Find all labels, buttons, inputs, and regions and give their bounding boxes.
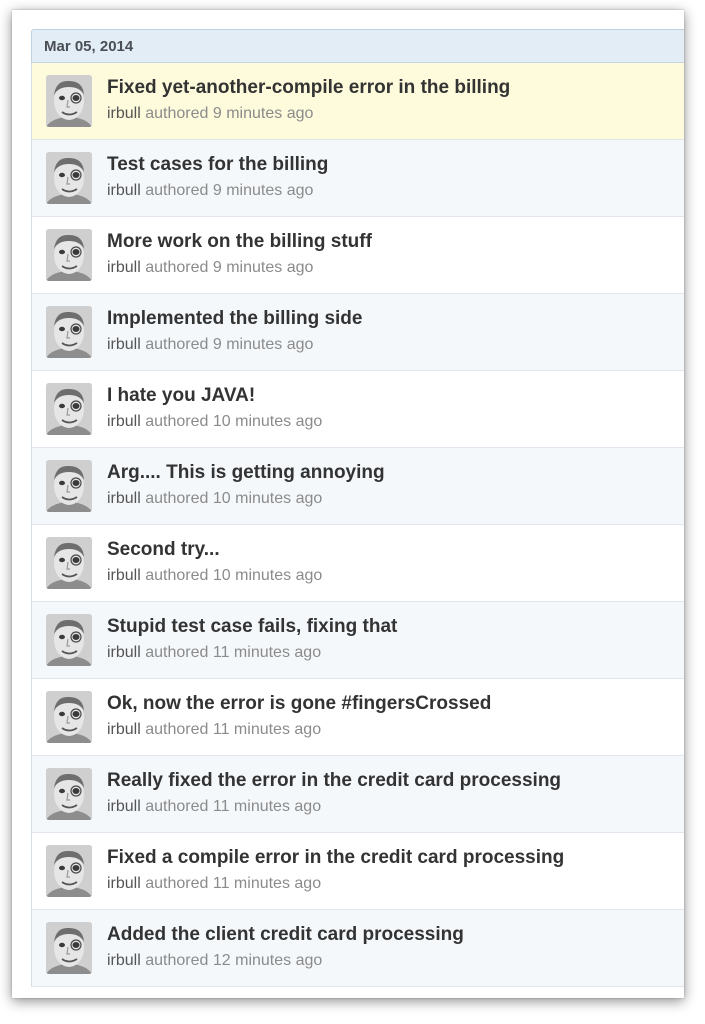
commit-time: 10 minutes ago xyxy=(212,490,323,507)
commit-author-link[interactable]: irbull xyxy=(107,721,141,738)
commit-meta: irbull authored 9 minutes ago xyxy=(107,336,313,354)
commit-author-link[interactable]: irbull xyxy=(107,105,141,122)
commit-row[interactable]: Implemented the billing side irbull auth… xyxy=(31,294,684,371)
commit-meta: irbull authored 11 minutes ago xyxy=(107,721,321,739)
commit-author-link[interactable]: irbull xyxy=(107,413,141,430)
commit-time: 11 minutes ago xyxy=(212,721,322,738)
commit-meta: irbull authored 11 minutes ago xyxy=(107,644,321,662)
author-avatar-icon[interactable] xyxy=(46,537,92,589)
author-avatar-icon[interactable] xyxy=(46,152,92,204)
commit-authored-label: authored xyxy=(145,413,209,430)
author-avatar-icon[interactable] xyxy=(46,383,92,435)
commit-authored-label: authored xyxy=(145,721,209,738)
author-avatar-icon[interactable] xyxy=(46,75,92,127)
commit-row[interactable]: More work on the billing stuff irbull au… xyxy=(31,217,684,294)
commit-author-link[interactable]: irbull xyxy=(107,182,141,199)
commit-authored-label: authored xyxy=(145,952,209,969)
commit-time: 11 minutes ago xyxy=(212,798,322,815)
commit-row[interactable]: Stupid test case fails, fixing that irbu… xyxy=(31,602,684,679)
commit-row[interactable]: Fixed yet-another-compile error in the b… xyxy=(31,63,684,140)
commit-message[interactable]: More work on the billing stuff xyxy=(107,231,680,253)
commit-authored-label: authored xyxy=(145,105,209,122)
commit-row[interactable]: Second try... irbull authored 10 minutes… xyxy=(31,525,684,602)
commit-authored-label: authored xyxy=(145,875,209,892)
commit-message[interactable]: Arg.... This is getting annoying xyxy=(107,462,680,484)
commit-meta: irbull authored 9 minutes ago xyxy=(107,259,313,277)
commit-author-link[interactable]: irbull xyxy=(107,798,141,815)
commit-meta: irbull authored 10 minutes ago xyxy=(107,490,322,508)
commit-authored-label: authored xyxy=(145,336,209,353)
commit-message[interactable]: Ok, now the error is gone #fingersCrosse… xyxy=(107,693,680,715)
commit-message[interactable]: Second try... xyxy=(107,539,680,561)
commit-row[interactable]: Fixed a compile error in the credit card… xyxy=(31,833,684,910)
commit-authored-label: authored xyxy=(145,798,209,815)
commit-authored-label: authored xyxy=(145,644,209,661)
commit-author-link[interactable]: irbull xyxy=(107,875,141,892)
commit-time: 9 minutes ago xyxy=(212,336,314,353)
commit-message[interactable]: Added the client credit card processing xyxy=(107,924,680,946)
screenshot-frame: Mar 05, 2014 Fixed yet-another-compile e… xyxy=(12,10,684,998)
commit-time: 11 minutes ago xyxy=(212,875,322,892)
author-avatar-icon[interactable] xyxy=(46,460,92,512)
commit-authored-label: authored xyxy=(145,182,209,199)
commit-authored-label: authored xyxy=(145,259,209,276)
commit-row[interactable]: Test cases for the billing irbull author… xyxy=(31,140,684,217)
author-avatar-icon[interactable] xyxy=(46,614,92,666)
commit-message[interactable]: I hate you JAVA! xyxy=(107,385,680,407)
commit-row[interactable]: Really fixed the error in the credit car… xyxy=(31,756,684,833)
commit-time: 10 minutes ago xyxy=(212,567,323,584)
commit-time: 12 minutes ago xyxy=(212,952,323,969)
commit-time: 9 minutes ago xyxy=(212,259,314,276)
commit-row[interactable]: Added the client credit card processing … xyxy=(31,910,684,987)
commit-meta: irbull authored 9 minutes ago xyxy=(107,105,313,123)
author-avatar-icon[interactable] xyxy=(46,768,92,820)
commit-time: 11 minutes ago xyxy=(212,644,322,661)
author-avatar-icon[interactable] xyxy=(46,306,92,358)
commit-row[interactable]: I hate you JAVA! irbull authored 10 minu… xyxy=(31,371,684,448)
commit-author-link[interactable]: irbull xyxy=(107,259,141,276)
commit-message[interactable]: Test cases for the billing xyxy=(107,154,680,176)
commit-meta: irbull authored 9 minutes ago xyxy=(107,182,313,200)
commit-row[interactable]: Arg.... This is getting annoying irbull … xyxy=(31,448,684,525)
commit-history-panel: Mar 05, 2014 Fixed yet-another-compile e… xyxy=(31,29,684,989)
commit-time: 10 minutes ago xyxy=(212,413,323,430)
commit-date-header: Mar 05, 2014 xyxy=(31,29,684,63)
commit-meta: irbull authored 11 minutes ago xyxy=(107,798,321,816)
commit-meta: irbull authored 11 minutes ago xyxy=(107,875,321,893)
commit-authored-label: authored xyxy=(145,567,209,584)
commit-meta: irbull authored 10 minutes ago xyxy=(107,413,322,431)
author-avatar-icon[interactable] xyxy=(46,922,92,974)
commit-author-link[interactable]: irbull xyxy=(107,644,141,661)
commit-author-link[interactable]: irbull xyxy=(107,567,141,584)
commit-message[interactable]: Fixed yet-another-compile error in the b… xyxy=(107,77,680,99)
commit-message[interactable]: Stupid test case fails, fixing that xyxy=(107,616,680,638)
commit-time: 9 minutes ago xyxy=(212,182,314,199)
commit-authored-label: authored xyxy=(145,490,209,507)
commit-meta: irbull authored 12 minutes ago xyxy=(107,952,322,970)
author-avatar-icon[interactable] xyxy=(46,845,92,897)
commit-meta: irbull authored 10 minutes ago xyxy=(107,567,322,585)
commit-author-link[interactable]: irbull xyxy=(107,336,141,353)
commit-author-link[interactable]: irbull xyxy=(107,952,141,969)
commit-list: Fixed yet-another-compile error in the b… xyxy=(31,63,684,987)
commit-time: 9 minutes ago xyxy=(212,105,314,122)
commit-message[interactable]: Really fixed the error in the credit car… xyxy=(107,770,680,792)
commit-author-link[interactable]: irbull xyxy=(107,490,141,507)
commit-message[interactable]: Fixed a compile error in the credit card… xyxy=(107,847,680,869)
author-avatar-icon[interactable] xyxy=(46,229,92,281)
commit-row[interactable]: Ok, now the error is gone #fingersCrosse… xyxy=(31,679,684,756)
commit-message[interactable]: Implemented the billing side xyxy=(107,308,680,330)
author-avatar-icon[interactable] xyxy=(46,691,92,743)
